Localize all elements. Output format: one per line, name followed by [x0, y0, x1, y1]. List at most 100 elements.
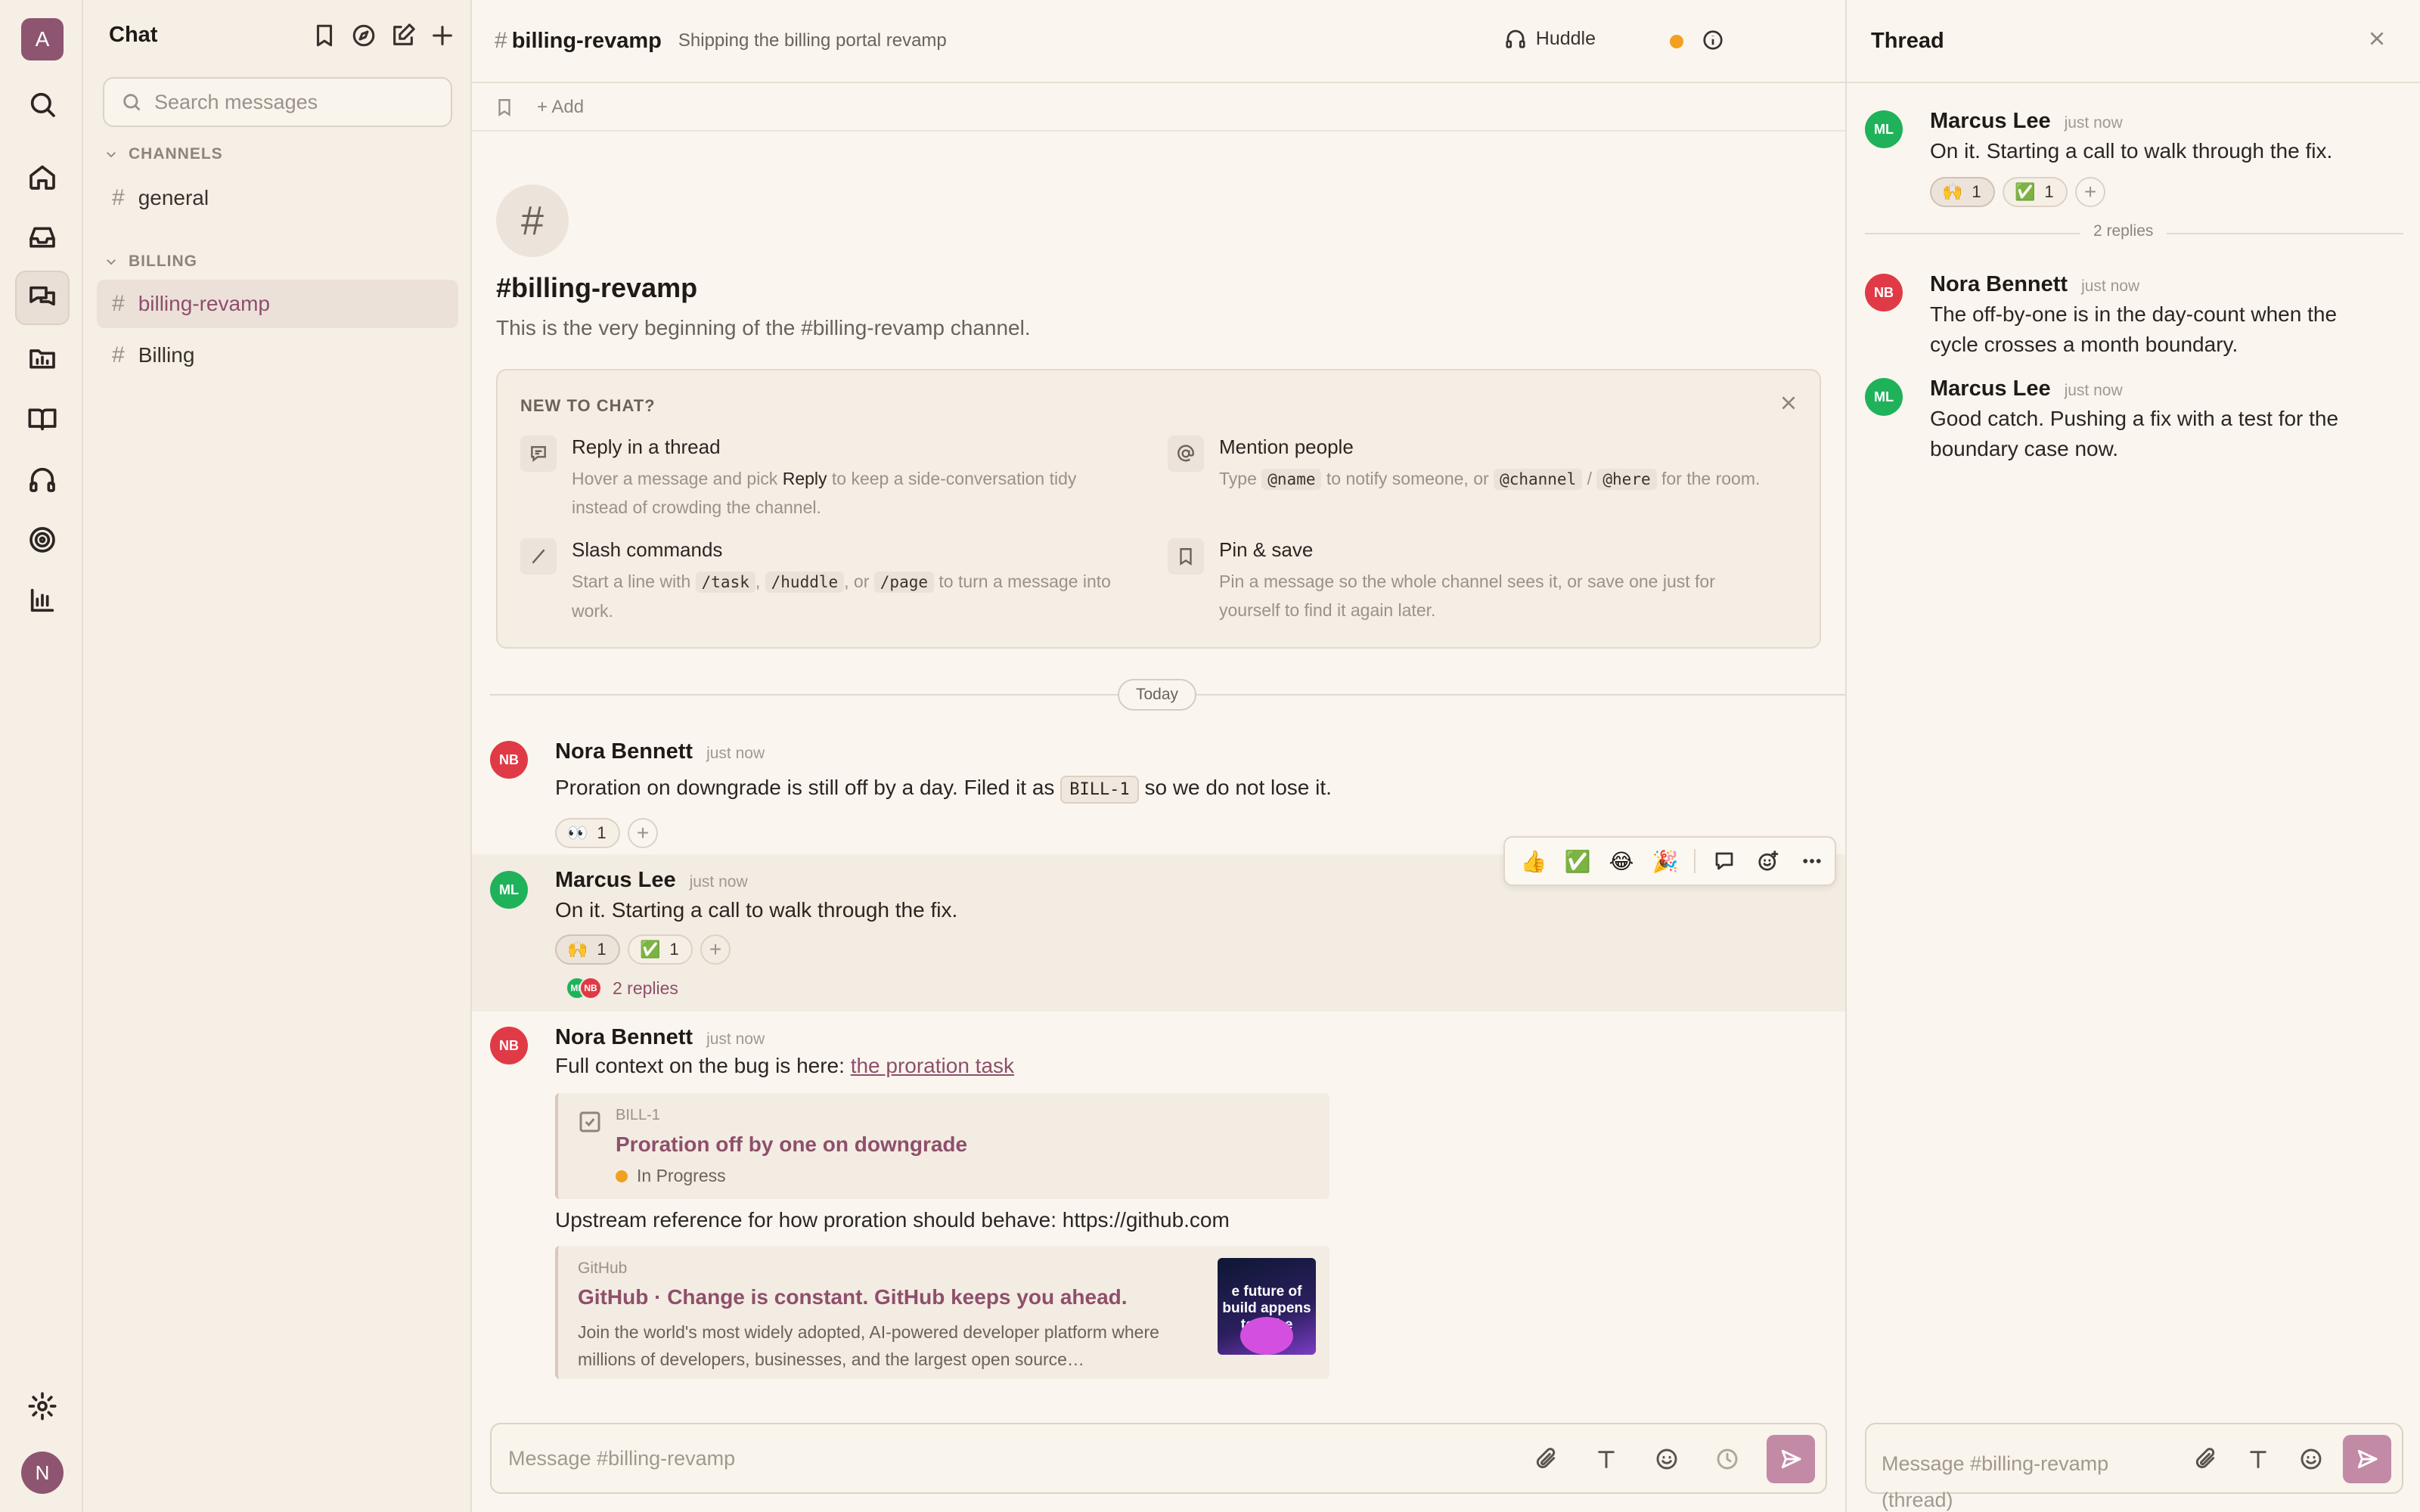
thread-header-divider [1847, 82, 2420, 83]
preview-image: e future of build appens togethe [1218, 1258, 1316, 1355]
message-author[interactable]: Nora Bennett just now [555, 1025, 765, 1050]
close-icon[interactable] [1779, 393, 1798, 413]
headphones-icon[interactable] [15, 452, 70, 507]
preview-source: GitHub [578, 1259, 628, 1277]
reaction-raised-hands[interactable]: 🙌 1 [1930, 177, 1995, 207]
text-format-icon[interactable] [2237, 1436, 2279, 1483]
send-button[interactable] [2343, 1435, 2391, 1483]
avatar[interactable]: NB [490, 1027, 528, 1064]
at-icon [1168, 435, 1204, 472]
link-preview[interactable]: GitHub GitHub · Change is constant. GitH… [555, 1246, 1329, 1379]
channel-header: # billing-revamp Shipping the billing po… [472, 0, 1845, 83]
home-icon[interactable] [15, 150, 70, 204]
sidebar-item-billing[interactable]: # Billing [97, 331, 458, 380]
thread-replies-link[interactable]: ML NB 2 replies [566, 977, 678, 999]
hash-icon: # [112, 185, 125, 210]
add-reaction-button[interactable]: + [2075, 177, 2105, 207]
preview-description: Join the world's most widely adopted, AI… [578, 1322, 1159, 1369]
reaction-eyes[interactable]: 👀 1 [555, 818, 620, 848]
avatar[interactable]: NB [1865, 274, 1903, 311]
channel-label: general [138, 186, 209, 209]
onboarding-card: NEW TO CHAT? Reply in a thread Hover a m… [496, 369, 1821, 649]
attach-icon[interactable] [2184, 1436, 2226, 1483]
onboarding-title: NEW TO CHAT? [520, 396, 656, 415]
docs-icon[interactable] [15, 392, 70, 446]
workspace-avatar[interactable]: A [21, 18, 64, 60]
target-icon[interactable] [15, 513, 70, 567]
bookmark-icon [1168, 538, 1204, 575]
task-checkbox-icon [578, 1110, 602, 1134]
inbox-icon[interactable] [15, 210, 70, 265]
reaction-check[interactable]: ✅ 1 [628, 934, 693, 965]
ticket-tag[interactable]: BILL-1 [1060, 776, 1139, 804]
task-embed[interactable]: BILL-1 Proration off by one on downgrade… [555, 1093, 1329, 1199]
bookmark-icon[interactable] [495, 98, 514, 117]
message-author[interactable]: Marcus Lee just now [1930, 376, 2123, 401]
replies-count: 2 replies [2080, 222, 2167, 240]
thread-parent-message[interactable]: ML Marcus Lee just now On it. Starting a … [1865, 109, 2394, 209]
avatar[interactable]: ML [1865, 110, 1903, 148]
search-placeholder: Search messages [154, 90, 318, 113]
plus-icon[interactable] [430, 23, 455, 48]
sidebar-item-general[interactable]: # general [97, 174, 458, 222]
section-channels[interactable]: CHANNELS [104, 145, 223, 163]
task-title[interactable]: Proration off by one on downgrade [616, 1132, 967, 1157]
message-text: On it. Starting a call to walk through t… [555, 898, 958, 922]
thread-title: Thread [1871, 29, 1944, 53]
search-icon[interactable] [15, 77, 70, 132]
message-time: just now [2064, 382, 2123, 399]
message-author[interactable]: Marcus Lee just now [555, 868, 748, 893]
reaction-check[interactable]: ✅ 1 [2003, 177, 2068, 207]
status-dot [616, 1170, 628, 1182]
avatar[interactable]: ML [490, 871, 528, 909]
send-icon [1781, 1449, 1801, 1469]
task-link[interactable]: the proration task [851, 1054, 1014, 1077]
emoji-icon[interactable] [1646, 1436, 1688, 1483]
avatar[interactable]: ML [1865, 378, 1903, 416]
info-icon[interactable] [1702, 29, 1724, 55]
message[interactable]: NB Nora Bennett just now Full context on … [490, 1025, 1821, 1382]
thread-composer[interactable]: Message #billing-revamp (thread) [1865, 1423, 2403, 1511]
intro-subtitle: This is the very beginning of the #billi… [496, 316, 1031, 339]
thread-reply[interactable]: NB Nora Bennett just now The off-by-one i… [1865, 272, 2394, 364]
add-reaction-button[interactable]: + [628, 818, 658, 848]
app-rail: A N [0, 0, 83, 1512]
search-input[interactable]: Search messages [103, 77, 452, 127]
emoji-icon[interactable] [2290, 1436, 2332, 1483]
message-text: On it. Starting a call to walk through t… [1930, 139, 2333, 163]
sidebar-item-billing-revamp[interactable]: # billing-revamp [97, 280, 458, 328]
attach-icon[interactable] [1525, 1436, 1567, 1483]
section-billing[interactable]: BILLING [104, 253, 197, 271]
close-icon[interactable] [2367, 29, 2387, 52]
user-avatar[interactable]: N [21, 1452, 64, 1494]
analytics-icon[interactable] [15, 573, 70, 627]
thread-reply[interactable]: ML Marcus Lee just now Good catch. Pushin… [1865, 376, 2394, 469]
channel-label: Billing [138, 343, 195, 367]
reaction-raised-hands[interactable]: 🙌 1 [555, 934, 620, 965]
compose-icon[interactable] [390, 23, 416, 48]
message-time: just now [706, 1030, 765, 1048]
message[interactable]: NB Nora Bennett just now Proration on dow… [490, 739, 1821, 848]
composer-placeholder: Message #billing-revamp [508, 1447, 736, 1470]
settings-icon[interactable] [15, 1379, 70, 1433]
schedule-icon[interactable] [1706, 1436, 1748, 1483]
channel-topic: Shipping the billing portal revamp [678, 30, 947, 51]
chat-icon[interactable] [15, 271, 70, 325]
chevron-down-icon [107, 259, 116, 265]
message-author[interactable]: Nora Bennett just now [1930, 272, 2139, 297]
message-author[interactable]: Marcus Lee just now [1930, 109, 2123, 134]
message-composer[interactable]: Message #billing-revamp [490, 1423, 1827, 1494]
bookmark-icon[interactable] [312, 23, 337, 48]
channel-name[interactable]: billing-revamp [512, 29, 662, 54]
projects-icon[interactable] [15, 331, 70, 386]
add-reaction-button[interactable]: + [700, 934, 731, 965]
send-button[interactable] [1767, 1435, 1815, 1483]
compass-icon[interactable] [351, 23, 377, 48]
message[interactable]: ML Marcus Lee just now On it. Starting a … [490, 868, 1821, 1007]
preview-title[interactable]: GitHub · Change is constant. GitHub keep… [578, 1285, 1128, 1309]
add-bookmark-button[interactable]: + Add [537, 97, 584, 118]
text-format-icon[interactable] [1585, 1436, 1627, 1483]
huddle-button[interactable]: Huddle [1504, 27, 1596, 50]
avatar[interactable]: NB [490, 741, 528, 779]
message-author[interactable]: Nora Bennett just now [555, 739, 765, 764]
